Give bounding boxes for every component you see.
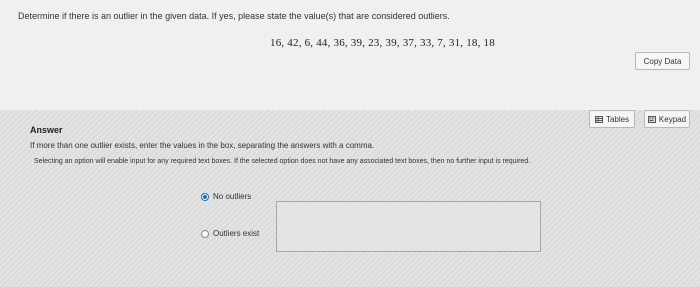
keypad-icon <box>647 115 656 123</box>
question-prompt: Determine if there is an outlier in the … <box>18 11 450 21</box>
table-icon <box>594 115 603 123</box>
selection-note: Selecting an option will enable input fo… <box>34 158 531 165</box>
question-panel: Determine if there is an outlier in the … <box>0 0 700 110</box>
radio-button-no-outliers[interactable] <box>201 192 209 201</box>
option-label-outliers-exist: Outliers exist <box>213 229 260 238</box>
radio-button-outliers-exist[interactable] <box>201 229 209 238</box>
tables-button[interactable]: Tables <box>589 110 635 128</box>
keypad-label: Keypad <box>658 114 687 124</box>
outliers-input[interactable] <box>276 201 541 252</box>
answer-instruction: If more than one outlier exists, enter t… <box>30 141 375 150</box>
copy-data-button[interactable]: Copy Data <box>635 52 690 70</box>
option-label-no-outliers: No outliers <box>213 192 252 201</box>
answer-heading: Answer <box>30 125 63 135</box>
radio-option-outliers-exist[interactable]: Outliers exist <box>201 229 259 238</box>
data-values: 16, 42, 6, 44, 36, 39, 23, 39, 37, 33, 7… <box>270 37 495 49</box>
radio-option-no-outliers[interactable]: No outliers <box>201 192 251 201</box>
tables-label: Tables <box>605 114 630 124</box>
keypad-button[interactable]: Keypad <box>644 110 690 128</box>
